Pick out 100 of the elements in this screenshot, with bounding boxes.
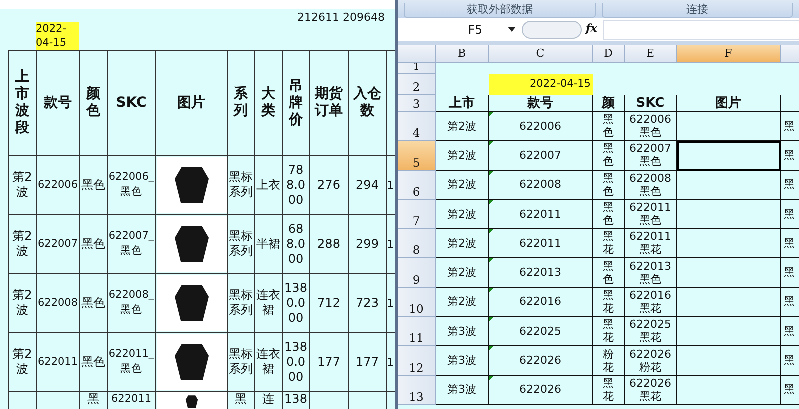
row-header[interactable]: 2 bbox=[398, 74, 436, 95]
table-cell: 第2波 bbox=[436, 229, 489, 258]
error-indicator-icon bbox=[489, 288, 494, 293]
error-indicator-icon bbox=[489, 170, 494, 176]
table-cell: 622007 bbox=[36, 214, 80, 274]
table-cell: 1380.000 bbox=[282, 274, 310, 332]
error-indicator-icon bbox=[489, 200, 494, 205]
row-header[interactable]: 5 bbox=[398, 141, 436, 171]
row-header[interactable]: 9 bbox=[398, 258, 436, 288]
table-cell: 半裙 bbox=[254, 214, 282, 274]
table-cell: 连衣裙 bbox=[254, 332, 282, 392]
empty-cell[interactable] bbox=[677, 346, 781, 376]
table-cell: 第2波 bbox=[8, 214, 36, 274]
table-cell: 276 bbox=[310, 156, 348, 214]
row-header[interactable]: 8 bbox=[398, 229, 436, 258]
row-header[interactable]: 7 bbox=[398, 200, 436, 230]
table-cell: 1380.000 bbox=[282, 332, 310, 392]
name-box[interactable]: F5 bbox=[398, 20, 508, 40]
column-header[interactable]: F bbox=[677, 45, 781, 63]
table-cell: 622007 bbox=[520, 148, 562, 162]
dropdown-caret-icon[interactable] bbox=[508, 27, 516, 32]
table-cell: 黑色 bbox=[80, 274, 108, 332]
table-cell: 622013 黑色 bbox=[625, 258, 677, 288]
table-cell: 622006 黑色 bbox=[625, 112, 677, 142]
table-cell: 黑色 bbox=[80, 214, 108, 274]
error-indicator-icon bbox=[489, 258, 494, 264]
table-cell: 第3波 bbox=[436, 376, 489, 405]
table-cell: 黑花 bbox=[593, 288, 625, 318]
table-cell: 黑 bbox=[781, 170, 799, 200]
table-cell: 黑色 bbox=[593, 200, 625, 230]
empty-cell[interactable] bbox=[677, 258, 781, 288]
table-cell: 622008_黑色 bbox=[108, 274, 156, 332]
error-indicator-icon bbox=[489, 376, 494, 381]
table-cell: 622026 bbox=[520, 383, 562, 396]
column-header: SKC bbox=[625, 95, 677, 112]
table-cell: 第3波 bbox=[436, 317, 489, 346]
table-cell: 第2波 bbox=[436, 200, 489, 230]
table-cell: 第2波 bbox=[8, 332, 36, 392]
table-cell: 723 bbox=[348, 274, 386, 332]
column-header[interactable]: C bbox=[489, 45, 593, 63]
table-cell: 688.000 bbox=[282, 214, 310, 274]
row-header[interactable]: 10 bbox=[398, 288, 436, 318]
table-cell: 294 bbox=[348, 156, 386, 214]
column-header: 颜 bbox=[593, 95, 625, 112]
table-cell: 622016 黑花 bbox=[625, 288, 677, 318]
error-indicator-icon bbox=[489, 141, 494, 146]
totals-text: 212611 209648 bbox=[296, 10, 386, 22]
empty-cell[interactable] bbox=[677, 229, 781, 258]
empty-cell[interactable] bbox=[677, 112, 781, 142]
table-cell: 黑 bbox=[781, 288, 799, 318]
table-cell: 622026 bbox=[520, 354, 562, 368]
active-cell[interactable] bbox=[677, 141, 781, 171]
table-cell: 622011 bbox=[36, 332, 80, 392]
column-header[interactable]: D bbox=[593, 45, 625, 63]
table-cell: 黑花 bbox=[593, 376, 625, 405]
table-cell: 622016 bbox=[520, 295, 562, 308]
table-cell: 黑 bbox=[781, 141, 799, 171]
table-cell: 622007 黑色 bbox=[625, 141, 677, 171]
error-indicator-icon bbox=[489, 346, 494, 352]
table-cell: 138 bbox=[282, 392, 310, 409]
error-indicator-icon bbox=[489, 317, 494, 322]
empty-cell[interactable] bbox=[677, 317, 781, 346]
empty-cell[interactable] bbox=[677, 288, 781, 318]
column-header: 吊牌价 bbox=[282, 50, 310, 156]
table-cell: 622025 bbox=[520, 324, 562, 338]
table-cell: 黑色 bbox=[80, 332, 108, 392]
table-cell: 上衣 bbox=[254, 156, 282, 214]
date-cell: 2022-04-15 bbox=[36, 22, 79, 50]
table-cell: 622008 黑色 bbox=[625, 170, 677, 200]
error-indicator-icon bbox=[489, 229, 494, 234]
column-header[interactable]: B bbox=[436, 45, 489, 63]
row-header[interactable]: 6 bbox=[398, 170, 436, 200]
table-cell: 622007_黑色 bbox=[108, 214, 156, 274]
row-header[interactable]: 3 bbox=[398, 95, 436, 112]
table-cell: 黑 bbox=[781, 376, 799, 405]
table-cell: 622013 bbox=[520, 266, 562, 280]
empty-cell[interactable] bbox=[677, 376, 781, 405]
table-cell: 622011 bbox=[520, 208, 562, 221]
row-header[interactable]: 12 bbox=[398, 346, 436, 376]
table-cell: 622006_黑色 bbox=[108, 156, 156, 214]
table-cell: 622008 bbox=[520, 178, 562, 192]
empty-cell[interactable] bbox=[677, 170, 781, 200]
row-header[interactable]: 4 bbox=[398, 112, 436, 142]
formula-field[interactable] bbox=[603, 20, 799, 40]
column-header: 入仓数 bbox=[348, 50, 386, 156]
table-cell: 622025 黑花 bbox=[625, 317, 677, 346]
table-cell: 黑标系列 bbox=[228, 156, 254, 214]
table-cell: 黑 bbox=[781, 200, 799, 230]
table-cell: 788.000 bbox=[282, 156, 310, 214]
table-cell: 622011 黑花 bbox=[625, 229, 677, 258]
table-cell: 黑标系列 bbox=[228, 274, 254, 332]
column-header: 上市波段 bbox=[8, 50, 36, 156]
insert-function-button[interactable]: fx bbox=[586, 21, 598, 38]
row-header[interactable]: 13 bbox=[398, 376, 436, 405]
table-cell: 622011_黑色 bbox=[108, 332, 156, 392]
empty-cell[interactable] bbox=[677, 200, 781, 230]
row-header[interactable]: 11 bbox=[398, 317, 436, 346]
column-header[interactable]: E bbox=[625, 45, 677, 63]
table-cell: 712 bbox=[310, 274, 348, 332]
table-cell: 第2波 bbox=[436, 112, 489, 142]
